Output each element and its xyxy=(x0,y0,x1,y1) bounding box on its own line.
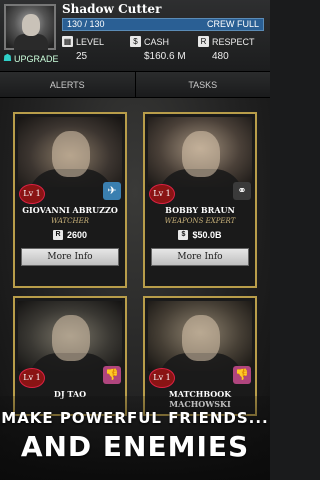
respect-icon: R xyxy=(52,230,63,240)
avatar-head xyxy=(22,14,40,36)
respect-value: 480 xyxy=(212,51,229,62)
crew-card-bobby[interactable]: Lv 1 ⚭ BOBBY BRAUN WEAPONS EXPERT $ $50.… xyxy=(143,112,257,288)
upgrade-icon: ☗ xyxy=(3,53,12,64)
thumbs-down-icon: 👎 xyxy=(103,366,121,384)
card-price: $ $50.0B xyxy=(145,230,255,240)
crew-status: CREW FULL xyxy=(206,19,259,29)
portrait-image xyxy=(148,301,252,371)
card-role: WATCHER xyxy=(50,217,90,225)
stat-cash: $ CASH $160.6 M xyxy=(130,36,186,62)
portrait-image xyxy=(18,117,122,187)
player-avatar[interactable] xyxy=(4,4,56,50)
player-header: ☗ UPGRADE Shadow Cutter 130 / 130 CREW F… xyxy=(0,0,270,72)
cash-icon: $ xyxy=(178,230,189,240)
more-info-button[interactable]: More Info xyxy=(151,248,249,266)
level-icon: ▦ xyxy=(62,36,73,47)
rings-type-icon: ⚭ xyxy=(233,182,251,200)
level-badge: Lv 1 xyxy=(149,368,175,388)
avatar-body xyxy=(14,34,48,50)
price-value: 2600 xyxy=(66,230,88,240)
portrait-face xyxy=(52,315,90,361)
upgrade-button[interactable]: ☗ UPGRADE xyxy=(3,53,58,64)
card-name: BOBBY BRAUN xyxy=(165,205,235,215)
stat-respect: R RESPECT 480 xyxy=(198,36,255,62)
crew-card-giovanni[interactable]: Lv 1 ✈ GIOVANNI ABRUZZO WATCHER R 2600 M… xyxy=(13,112,127,288)
portrait-face xyxy=(52,131,90,177)
portrait-image xyxy=(18,301,122,371)
promo-banner-line1: MAKE POWERFUL FRIENDS... xyxy=(1,409,269,427)
more-info-button[interactable]: More Info xyxy=(21,248,119,266)
level-badge: Lv 1 xyxy=(19,368,45,388)
tab-bar: ALERTS TASKS xyxy=(0,72,270,98)
cash-value: $160.6 M xyxy=(144,51,186,62)
thumbs-down-icon: 👎 xyxy=(233,366,251,384)
respect-label: RESPECT xyxy=(212,36,255,47)
upgrade-label: UPGRADE xyxy=(13,53,59,64)
level-badge: Lv 1 xyxy=(19,184,45,204)
promo-banner-line2: AND ENEMIES xyxy=(20,430,250,463)
portrait-image xyxy=(148,117,252,187)
level-label: LEVEL xyxy=(76,36,105,47)
level-badge: Lv 1 xyxy=(149,184,175,204)
card-role: WEAPONS EXPERT xyxy=(164,217,236,225)
player-name: Shadow Cutter xyxy=(62,2,162,16)
portrait-face xyxy=(182,131,220,177)
tab-alerts[interactable]: ALERTS xyxy=(0,72,136,97)
crew-count: 130 / 130 xyxy=(67,19,105,29)
level-value: 25 xyxy=(76,51,88,62)
portrait-face xyxy=(182,315,220,361)
respect-icon: R xyxy=(198,36,209,47)
cash-icon: $ xyxy=(130,36,141,47)
crew-progress-bar: 130 / 130 CREW FULL xyxy=(62,18,264,31)
cash-label: CASH xyxy=(144,36,170,47)
card-price: R 2600 xyxy=(15,230,125,240)
price-value: $50.0B xyxy=(192,230,222,240)
watcher-type-icon: ✈ xyxy=(103,182,121,200)
stat-level: ▦ LEVEL 25 xyxy=(62,36,104,62)
card-name: GIOVANNI ABRUZZO xyxy=(22,205,118,215)
tab-tasks[interactable]: TASKS xyxy=(136,72,271,97)
